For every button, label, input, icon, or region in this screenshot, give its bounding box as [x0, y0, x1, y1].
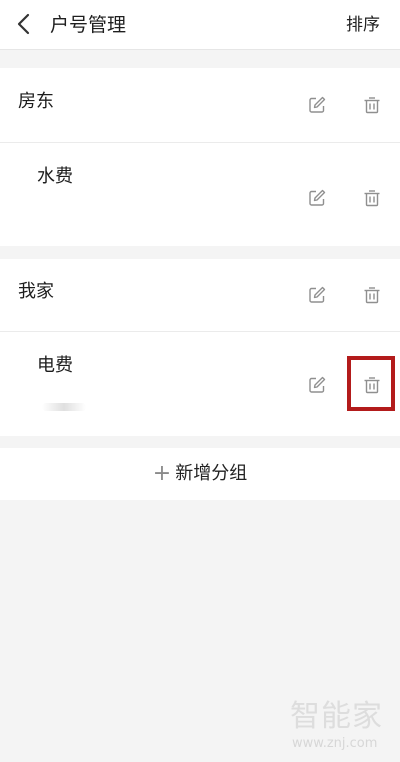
watermark: 智能家 www.znj.com — [290, 700, 390, 756]
edit-group-button[interactable] — [305, 283, 329, 307]
page-title: 户号管理 — [50, 14, 127, 36]
back-button[interactable] — [10, 10, 38, 38]
account-row: 电费 — [0, 332, 400, 436]
highlight-box — [347, 356, 395, 411]
group-name: 我家 — [18, 281, 54, 302]
edit-account-button[interactable] — [305, 373, 329, 397]
group-card: 房东 水费 — [0, 68, 400, 246]
edit-group-button[interactable] — [305, 93, 329, 117]
watermark-url: www.znj.com — [292, 736, 378, 751]
group-row: 我家 — [0, 259, 400, 331]
redacted-account-number — [42, 403, 86, 411]
header-bar: 户号管理 排序 — [0, 0, 400, 50]
group-row: 房东 — [0, 68, 400, 142]
sort-button[interactable]: 排序 — [346, 14, 380, 36]
chevron-left-icon — [17, 13, 30, 35]
edit-icon — [309, 96, 326, 113]
account-name: 水费 — [37, 166, 73, 187]
trash-icon — [364, 190, 380, 207]
edit-icon — [309, 286, 326, 303]
edit-icon — [309, 189, 326, 206]
edit-account-button[interactable] — [305, 186, 329, 210]
add-group-button[interactable]: + 新增分组 — [0, 448, 400, 500]
account-name: 电费 — [37, 355, 73, 376]
group-card: 我家 电费 — [0, 259, 400, 436]
account-row: 水费 — [0, 143, 400, 246]
delete-group-button[interactable] — [360, 283, 384, 307]
watermark-logo: 智能家 — [290, 699, 383, 734]
trash-icon — [364, 97, 380, 114]
trash-icon — [364, 287, 380, 304]
plus-icon: + — [152, 461, 172, 486]
edit-icon — [309, 376, 326, 393]
delete-account-button[interactable] — [360, 186, 384, 210]
delete-group-button[interactable] — [360, 93, 384, 117]
add-group-label: 新增分组 — [175, 463, 248, 484]
group-name: 房东 — [18, 91, 54, 112]
